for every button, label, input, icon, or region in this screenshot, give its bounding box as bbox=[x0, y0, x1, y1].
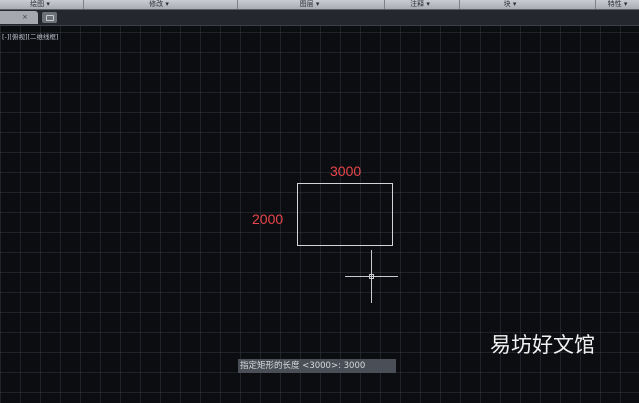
drawing-tab[interactable]: × bbox=[0, 11, 38, 24]
ribbon-panel-bar: 绘图 ▾ 修改 ▾ 图层 ▾ 注释 ▾ 块 ▾ 特性 ▾ bbox=[0, 0, 639, 10]
ribbon-panel-properties[interactable]: 特性 ▾ bbox=[596, 0, 639, 9]
crosshair-cursor-icon bbox=[345, 250, 398, 303]
pickbox-icon bbox=[369, 274, 374, 279]
watermark-text: 易坊好文馆 bbox=[490, 333, 595, 357]
close-tab-icon[interactable]: × bbox=[22, 11, 28, 24]
ribbon-panel-draw[interactable]: 绘图 ▾ bbox=[0, 0, 80, 9]
new-drawing-tab-button[interactable] bbox=[42, 12, 57, 23]
ribbon-panel-modify[interactable]: 修改 ▾ bbox=[84, 0, 234, 9]
dynamic-input-prompt[interactable]: 指定矩形的长度 <3000>: 3000 bbox=[238, 359, 396, 373]
file-tab-bar: × bbox=[0, 10, 639, 26]
rectangle-height-dimension: 2000 bbox=[252, 211, 284, 227]
viewport-controls-label[interactable]: [-][俯视][二维线框] bbox=[2, 31, 59, 41]
ribbon-panel-annotation[interactable]: 注释 ▾ bbox=[385, 0, 455, 9]
rectangle-width-dimension: 3000 bbox=[330, 163, 362, 179]
ribbon-panel-block[interactable]: 块 ▾ bbox=[460, 0, 560, 9]
new-tab-icon bbox=[46, 15, 54, 21]
ribbon-panel-layers[interactable]: 图层 ▾ bbox=[238, 0, 381, 9]
cad-application: 绘图 ▾ 修改 ▾ 图层 ▾ 注释 ▾ 块 ▾ 特性 ▾ × [-][俯视][二… bbox=[0, 0, 639, 403]
rectangle-shape[interactable] bbox=[297, 183, 393, 246]
